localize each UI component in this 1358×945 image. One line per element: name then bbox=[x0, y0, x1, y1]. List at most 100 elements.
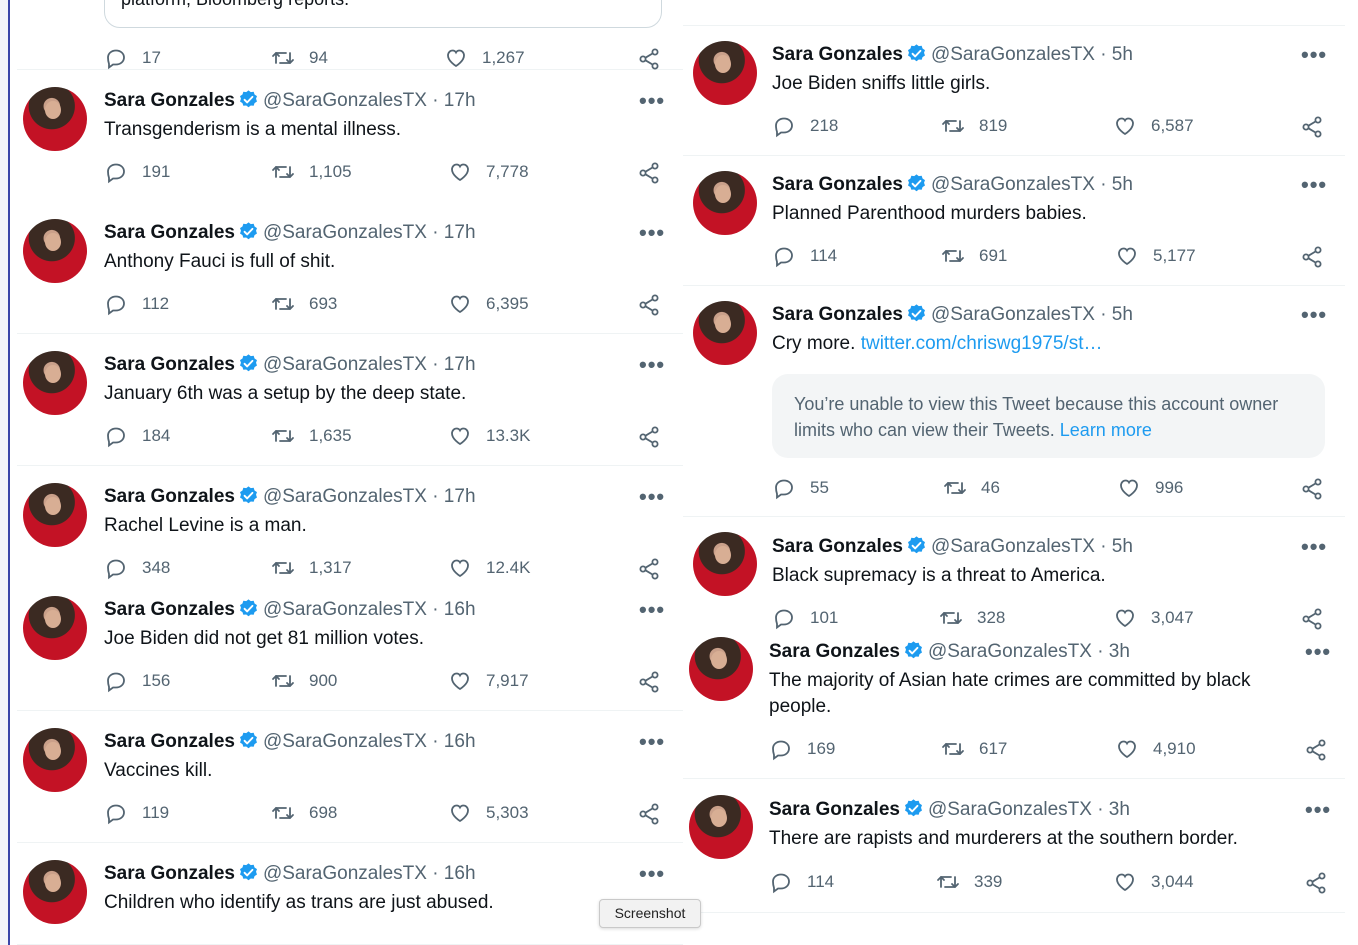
avatar[interactable] bbox=[23, 219, 87, 283]
reply-button[interactable]: 114 bbox=[772, 244, 837, 268]
author-handle[interactable]: @SaraGonzalesTX · 5h bbox=[931, 44, 1133, 65]
like-button[interactable]: 13.3K bbox=[448, 424, 530, 448]
avatar[interactable] bbox=[23, 860, 87, 924]
author-handle[interactable]: @SaraGonzalesTX · 5h bbox=[931, 536, 1133, 557]
more-options-icon[interactable]: ••• bbox=[639, 731, 665, 753]
tweet[interactable]: Sara Gonzales @SaraGonzalesTX · 16h Vaccin… bbox=[17, 711, 683, 843]
tweet[interactable]: Sara Gonzales @SaraGonzalesTX · 16h Joe Bi… bbox=[17, 579, 683, 711]
author-handle[interactable]: @SaraGonzalesTX · 3h bbox=[928, 641, 1130, 662]
share-icon[interactable] bbox=[637, 670, 661, 694]
retweet-button[interactable]: 1,105 bbox=[271, 160, 352, 184]
retweet-button[interactable]: 617 bbox=[941, 737, 1007, 761]
author-name[interactable]: Sara Gonzales bbox=[772, 304, 903, 325]
retweet-button[interactable]: 819 bbox=[941, 114, 1007, 138]
tweet-partial-top-right[interactable] bbox=[683, 0, 1345, 26]
author-handle[interactable]: @SaraGonzalesTX · 5h bbox=[931, 304, 1133, 325]
author-name[interactable]: Sara Gonzales bbox=[104, 222, 235, 243]
avatar[interactable] bbox=[23, 351, 87, 415]
tweet[interactable]: Sara Gonzales @SaraGonzalesTX · 17h Rachel… bbox=[17, 466, 683, 581]
more-options-icon[interactable]: ••• bbox=[1301, 44, 1327, 66]
avatar[interactable] bbox=[693, 171, 757, 235]
share-icon[interactable] bbox=[1300, 115, 1324, 139]
author-name[interactable]: Sara Gonzales bbox=[104, 354, 235, 375]
author-name[interactable]: Sara Gonzales bbox=[104, 731, 235, 752]
author-name[interactable]: Sara Gonzales bbox=[772, 44, 903, 65]
retweet-button[interactable]: 698 bbox=[271, 801, 337, 825]
more-options-icon[interactable]: ••• bbox=[639, 599, 665, 621]
more-options-icon[interactable]: ••• bbox=[1305, 641, 1331, 663]
retweet-button[interactable]: 691 bbox=[941, 244, 1007, 268]
more-options-icon[interactable]: ••• bbox=[639, 90, 665, 112]
reply-button[interactable]: 169 bbox=[769, 737, 835, 761]
like-button[interactable]: 3,044 bbox=[1113, 870, 1194, 894]
more-options-icon[interactable]: ••• bbox=[1305, 799, 1331, 821]
tweet[interactable]: Sara Gonzales @SaraGonzalesTX · 17h Anthon… bbox=[17, 202, 683, 334]
reply-button[interactable]: 55 bbox=[772, 476, 829, 500]
share-icon[interactable] bbox=[637, 293, 661, 317]
right-timeline[interactable]: Sara Gonzales @SaraGonzalesTX · 5h Joe Bid… bbox=[683, 0, 1345, 945]
author-handle[interactable]: @SaraGonzalesTX · 17h bbox=[263, 90, 476, 111]
retweet-button[interactable]: 900 bbox=[271, 669, 337, 693]
author-handle[interactable]: @SaraGonzalesTX · 16h bbox=[263, 731, 476, 752]
like-button[interactable]: 5,177 bbox=[1115, 244, 1196, 268]
quoted-tweet-unavailable[interactable]: You’re unable to view this Tweet because… bbox=[772, 374, 1325, 458]
retweet-button[interactable]: 1,635 bbox=[271, 424, 352, 448]
like-button[interactable]: 3,047 bbox=[1113, 606, 1194, 630]
like-button[interactable]: 5,303 bbox=[448, 801, 529, 825]
more-options-icon[interactable]: ••• bbox=[639, 486, 665, 508]
like-button[interactable]: 7,917 bbox=[448, 669, 529, 693]
like-button[interactable]: 996 bbox=[1117, 476, 1183, 500]
tweet[interactable]: Sara Gonzales @SaraGonzalesTX · 3h The maj… bbox=[683, 631, 1345, 779]
share-icon[interactable] bbox=[637, 47, 661, 71]
like-button[interactable]: 6,395 bbox=[448, 292, 529, 316]
reply-button[interactable]: 218 bbox=[772, 114, 838, 138]
author-name[interactable]: Sara Gonzales bbox=[772, 536, 903, 557]
learn-more-link[interactable]: Learn more bbox=[1060, 420, 1152, 440]
avatar[interactable] bbox=[693, 532, 757, 596]
like-button[interactable]: 1,267 bbox=[444, 46, 525, 70]
author-name[interactable]: Sara Gonzales bbox=[104, 863, 235, 884]
reply-button[interactable]: 191 bbox=[104, 160, 170, 184]
author-name[interactable]: Sara Gonzales bbox=[772, 174, 903, 195]
retweet-button[interactable]: 693 bbox=[271, 292, 337, 316]
avatar[interactable] bbox=[23, 87, 87, 151]
retweet-button[interactable]: 328 bbox=[939, 606, 1005, 630]
like-button[interactable]: 6,587 bbox=[1113, 114, 1194, 138]
avatar[interactable] bbox=[689, 637, 753, 701]
tweet[interactable]: Sara Gonzales @SaraGonzalesTX · 5h Black s… bbox=[683, 517, 1345, 631]
reply-button[interactable]: 184 bbox=[104, 424, 170, 448]
author-handle[interactable]: @SaraGonzalesTX · 17h bbox=[263, 486, 476, 507]
retweet-button[interactable]: 46 bbox=[943, 476, 1000, 500]
like-button[interactable]: 4,910 bbox=[1115, 737, 1196, 761]
avatar[interactable] bbox=[23, 728, 87, 792]
reply-button[interactable]: 119 bbox=[104, 801, 169, 825]
author-name[interactable]: Sara Gonzales bbox=[769, 799, 900, 820]
author-handle[interactable]: @SaraGonzalesTX · 5h bbox=[931, 174, 1133, 195]
avatar[interactable] bbox=[23, 483, 87, 547]
retweet-button[interactable]: 1,317 bbox=[271, 556, 352, 580]
avatar[interactable] bbox=[693, 301, 757, 365]
avatar[interactable] bbox=[689, 795, 753, 859]
share-icon[interactable] bbox=[637, 161, 661, 185]
author-name[interactable]: Sara Gonzales bbox=[769, 641, 900, 662]
reply-button[interactable]: 156 bbox=[104, 669, 170, 693]
link-card[interactable]: platform, Bloomberg reports. bbox=[104, 0, 662, 28]
share-icon[interactable] bbox=[637, 557, 661, 581]
more-options-icon[interactable]: ••• bbox=[1301, 536, 1327, 558]
tweet[interactable]: Sara Gonzales @SaraGonzalesTX · 5h Cry mor… bbox=[683, 286, 1345, 517]
share-icon[interactable] bbox=[637, 802, 661, 826]
reply-button[interactable]: 114 bbox=[769, 870, 834, 894]
author-handle[interactable]: @SaraGonzalesTX · 17h bbox=[263, 354, 476, 375]
author-handle[interactable]: @SaraGonzalesTX · 3h bbox=[928, 799, 1130, 820]
tweet[interactable]: Sara Gonzales @SaraGonzalesTX · 5h Planned… bbox=[683, 156, 1345, 286]
author-name[interactable]: Sara Gonzales bbox=[104, 486, 235, 507]
avatar[interactable] bbox=[693, 41, 757, 105]
tweet[interactable]: Sara Gonzales @SaraGonzalesTX · 16h Childr… bbox=[17, 843, 683, 945]
avatar[interactable] bbox=[23, 596, 87, 660]
tweet-link[interactable]: twitter.com/chriswg1975/st… bbox=[861, 333, 1103, 354]
reply-button[interactable]: 101 bbox=[772, 606, 838, 630]
tweet[interactable]: Sara Gonzales @SaraGonzalesTX · 3h There a… bbox=[683, 779, 1345, 913]
more-options-icon[interactable]: ••• bbox=[639, 863, 665, 885]
reply-button[interactable]: 112 bbox=[104, 292, 169, 316]
share-icon[interactable] bbox=[1304, 738, 1328, 762]
